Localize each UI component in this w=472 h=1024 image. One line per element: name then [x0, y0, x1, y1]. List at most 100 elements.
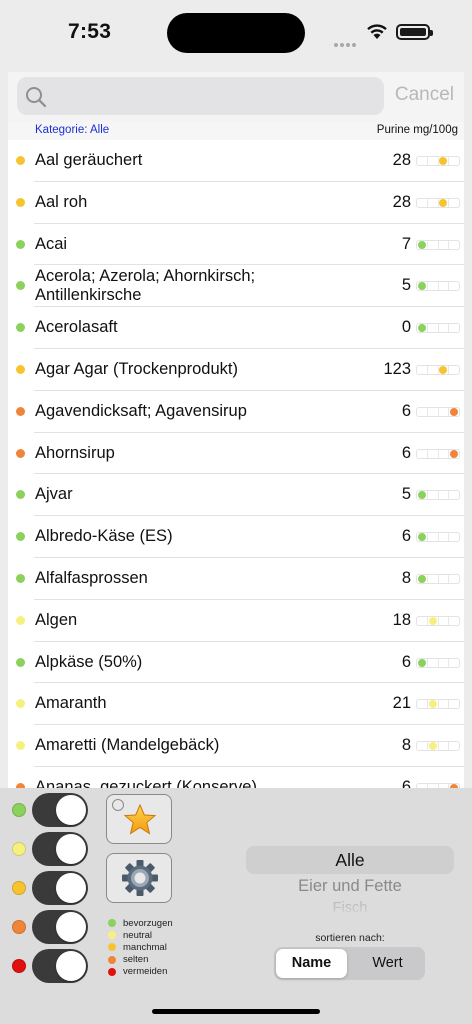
purine-value: 21 — [392, 694, 411, 713]
legend-item: vermeiden — [108, 966, 173, 978]
food-row[interactable]: Acerola; Azerola; Ahornkirsch; Antillenk… — [8, 265, 464, 308]
food-row[interactable]: Acai 7 — [8, 224, 464, 266]
level-scale — [416, 532, 460, 543]
level-dot — [16, 239, 25, 249]
level-indicator — [450, 449, 459, 458]
sort-by-name-option[interactable]: Name — [276, 949, 347, 978]
level-switch[interactable] — [32, 832, 88, 866]
toggle-bevorzugen — [0, 792, 100, 828]
level-switch[interactable] — [32, 910, 88, 944]
food-row[interactable]: Aal geräuchert 28 — [8, 140, 464, 182]
food-row[interactable]: Agavendicksaft; Agavensirup 6 — [8, 391, 464, 433]
purine-value: 6 — [401, 443, 411, 462]
food-name: Ahornsirup — [35, 443, 115, 462]
food-name: Ananas, gezuckert (Konserve) — [35, 778, 257, 788]
food-row[interactable]: Ajvar 5 — [8, 474, 464, 517]
purine-value: 6 — [401, 778, 411, 788]
search-input[interactable] — [53, 77, 373, 115]
level-dot — [16, 281, 25, 291]
category-picker[interactable]: Alle Eier und Fette Fisch — [246, 845, 454, 917]
level-dot — [16, 657, 25, 667]
food-row[interactable]: Acerolasaft 0 — [8, 307, 464, 349]
legend-item: selten — [108, 954, 173, 966]
level-indicator — [417, 658, 426, 667]
level-dot — [16, 532, 25, 542]
gear-icon — [122, 860, 158, 896]
level-dot — [12, 842, 26, 856]
food-row[interactable]: Alpkäse (50%) 6 — [8, 642, 464, 684]
purine-value: 28 — [392, 192, 411, 211]
level-dot — [16, 490, 25, 500]
battery-icon — [396, 24, 433, 40]
food-name: Aal roh — [35, 192, 88, 211]
food-row[interactable]: Ananas, gezuckert (Konserve) 6 — [8, 767, 464, 788]
food-row[interactable]: Aal roh 28 — [8, 182, 464, 224]
level-dot — [12, 803, 26, 817]
search-field[interactable] — [17, 77, 384, 115]
level-switch[interactable] — [32, 793, 88, 827]
category-filter-label[interactable]: Kategorie: Alle — [35, 124, 109, 136]
level-scale — [416, 615, 460, 626]
purine-value: 7 — [401, 234, 411, 253]
food-name: Albredo-Käse (ES) — [35, 527, 173, 546]
level-indicator — [417, 533, 426, 542]
status-bar: 7:53 — [0, 0, 472, 64]
level-scale — [416, 156, 460, 166]
settings-button[interactable] — [106, 853, 172, 903]
level-scale — [416, 574, 460, 584]
level-indicator — [439, 366, 448, 374]
level-indicator — [417, 240, 426, 249]
level-indicator — [428, 616, 437, 625]
level-scale — [416, 490, 460, 501]
food-row[interactable]: Amaretti (Mandelgebäck) 8 — [8, 725, 464, 767]
food-row[interactable]: Algen 18 — [8, 600, 464, 642]
favorites-button[interactable] — [106, 794, 172, 844]
purine-value: 6 — [401, 527, 411, 546]
level-indicator — [417, 282, 426, 291]
food-row[interactable]: Albredo-Käse (ES) 6 — [8, 516, 464, 558]
purine-value: 28 — [392, 151, 411, 169]
legend-item: manchmal — [108, 941, 173, 953]
food-name: Agar Agar (Trockenprodukt) — [35, 360, 238, 378]
food-row[interactable]: Agar Agar (Trockenprodukt) 123 — [8, 349, 464, 391]
unit-label: Purine mg/100g — [376, 124, 458, 136]
legend-label: vermeiden — [123, 966, 168, 978]
food-list[interactable]: Aal geräuchert 28 Aal roh 28 Acai 7 Acerola; A… — [8, 140, 464, 788]
cancel-button[interactable]: Cancel — [395, 84, 454, 106]
home-indicator[interactable] — [152, 1009, 320, 1014]
level-scale — [416, 365, 460, 375]
level-dot — [16, 365, 25, 374]
level-indicator — [450, 407, 459, 416]
picker-option[interactable]: Alle — [246, 850, 454, 871]
food-name: Amaranth — [35, 694, 107, 713]
food-row[interactable]: Amaranth 21 — [8, 683, 464, 726]
level-indicator — [439, 198, 448, 207]
sort-segmented-control[interactable]: Name Wert — [274, 947, 425, 980]
level-dot — [16, 156, 25, 165]
food-row[interactable]: Ahornsirup 6 — [8, 433, 464, 475]
level-switch[interactable] — [32, 949, 88, 983]
sort-by-value-option[interactable]: Wert — [352, 949, 423, 978]
level-indicator — [428, 742, 437, 751]
purine-value: 5 — [401, 276, 411, 295]
purine-value: 18 — [392, 610, 411, 629]
filter-bar: Kategorie: Alle Purine mg/100g — [8, 122, 464, 140]
toggle-vermeiden — [0, 948, 100, 984]
level-indicator — [439, 157, 448, 165]
food-name: Acai — [35, 234, 68, 253]
picker-option[interactable]: Eier und Fette — [246, 877, 454, 896]
food-name: Acerolasaft — [35, 318, 118, 337]
level-scale — [416, 323, 460, 334]
level-dot — [16, 197, 25, 207]
level-switch[interactable] — [32, 871, 88, 905]
cellular-signal-icon — [334, 34, 358, 52]
food-row[interactable]: Alfalfasprossen 8 — [8, 558, 464, 600]
legend-dot — [108, 931, 116, 940]
legend-label: selten — [123, 954, 149, 966]
level-dot — [16, 699, 25, 709]
food-name: Algen — [35, 610, 78, 629]
level-dot — [16, 615, 25, 625]
level-indicator — [428, 700, 437, 709]
purine-value: 6 — [401, 401, 411, 420]
legend-dot — [108, 967, 116, 976]
